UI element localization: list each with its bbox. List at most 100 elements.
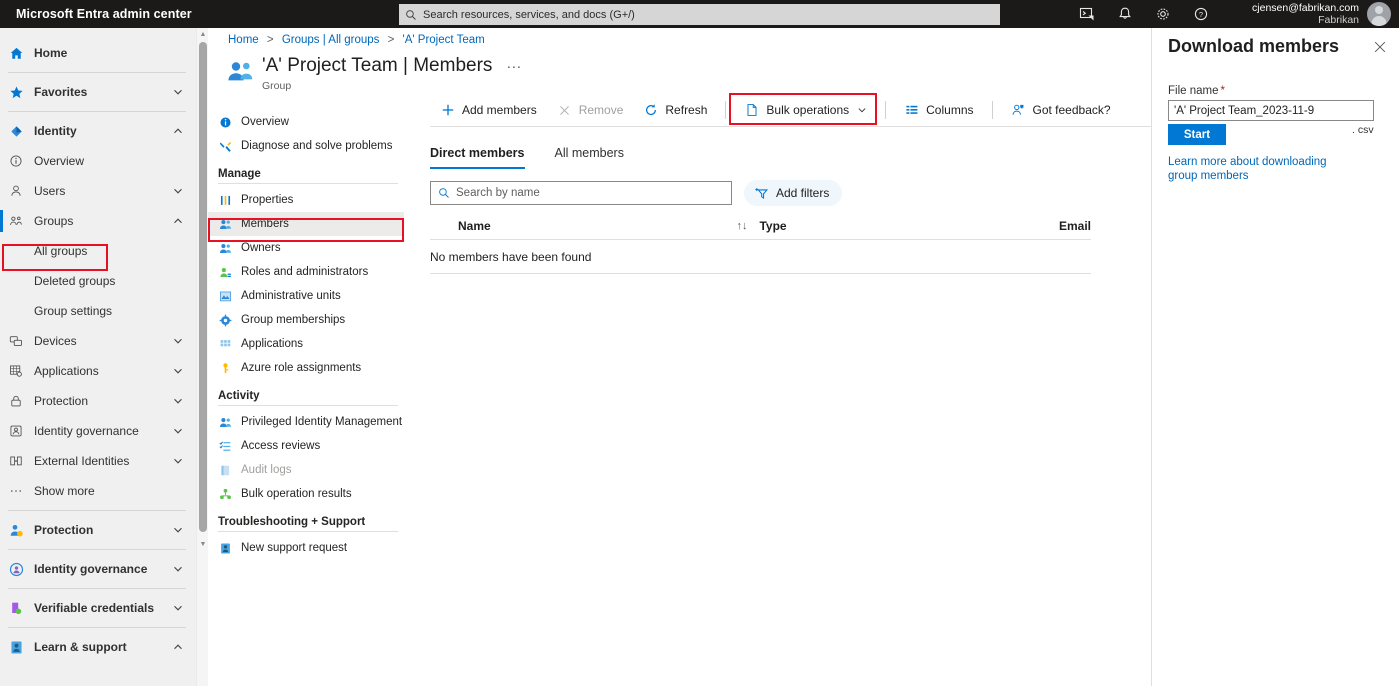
sidebar-item-identity-governance-suite[interactable]: Identity governance bbox=[0, 554, 196, 584]
resource-menu-item-overview[interactable]: Overview bbox=[208, 110, 404, 134]
tab-all-members[interactable]: All members bbox=[555, 138, 636, 169]
filter-row: Search by name Add filters bbox=[430, 180, 843, 206]
sidebar-item-all-groups[interactable]: All groups bbox=[0, 236, 196, 266]
resource-menu-item-pim[interactable]: Privileged Identity Management bbox=[208, 410, 404, 434]
chevron-down-icon[interactable] bbox=[172, 455, 184, 467]
chevron-down-icon[interactable] bbox=[857, 105, 867, 115]
chevron-down-icon[interactable] bbox=[172, 563, 184, 575]
page-overflow-menu-icon[interactable]: ··· bbox=[506, 58, 521, 75]
remove-label: Remove bbox=[578, 103, 624, 117]
chevron-down-icon[interactable] bbox=[172, 524, 184, 536]
resource-menu-item-owners[interactable]: Owners bbox=[208, 236, 404, 260]
resource-menu-label-audit-logs: Audit logs bbox=[241, 464, 292, 476]
sidebar-item-external-identities[interactable]: External Identities bbox=[0, 446, 196, 476]
sidebar-item-users[interactable]: Users bbox=[0, 176, 196, 206]
chevron-up-icon[interactable] bbox=[172, 125, 184, 137]
sidebar-item-protection[interactable]: Protection bbox=[0, 386, 196, 416]
audit-logs-icon bbox=[218, 463, 232, 477]
sidebar-item-applications[interactable]: Applications bbox=[0, 356, 196, 386]
global-search-box[interactable]: Search resources, services, and docs (G+… bbox=[399, 4, 1000, 25]
search-placeholder: Search by name bbox=[456, 187, 540, 199]
chevron-up-icon[interactable] bbox=[172, 641, 184, 653]
support-request-person-icon bbox=[218, 541, 232, 555]
resource-menu-item-administrative-units[interactable]: Administrative units bbox=[208, 284, 404, 308]
sidebar-item-identity-governance[interactable]: Identity governance bbox=[0, 416, 196, 446]
home-icon bbox=[8, 45, 24, 61]
sidebar-item-group-settings[interactable]: Group settings bbox=[0, 296, 196, 326]
chevron-down-icon[interactable] bbox=[172, 602, 184, 614]
chevron-up-icon[interactable] bbox=[172, 215, 184, 227]
column-header-name[interactable]: Name ↑↓ bbox=[430, 219, 759, 233]
help-question-icon[interactable]: ? bbox=[1193, 6, 1209, 22]
resource-menu-item-access-reviews[interactable]: Access reviews bbox=[208, 434, 404, 458]
column-header-type[interactable]: Type bbox=[759, 219, 1059, 233]
sidebar-item-deleted-groups[interactable]: Deleted groups bbox=[0, 266, 196, 296]
sort-arrows-icon[interactable]: ↑↓ bbox=[736, 220, 747, 232]
member-tabs: Direct members All members bbox=[430, 138, 654, 169]
nav-divider bbox=[8, 549, 186, 550]
close-icon[interactable] bbox=[1373, 40, 1387, 54]
cloud-shell-icon[interactable] bbox=[1079, 6, 1095, 22]
chevron-down-icon[interactable] bbox=[172, 395, 184, 407]
sidebar-item-show-more[interactable]: Show more bbox=[0, 476, 196, 506]
tab-direct-members[interactable]: Direct members bbox=[430, 138, 537, 169]
add-members-button[interactable]: Add members bbox=[430, 94, 547, 126]
refresh-button[interactable]: Refresh bbox=[633, 94, 717, 126]
sidebar-item-groups[interactable]: Groups bbox=[0, 206, 196, 236]
resource-menu-item-roles[interactable]: Roles and administrators bbox=[208, 260, 404, 284]
account-menu[interactable]: cjensen@fabrikan.com Fabrikan bbox=[1252, 0, 1391, 28]
sidebar-label-overview: Overview bbox=[34, 154, 85, 168]
notifications-bell-icon[interactable] bbox=[1117, 6, 1133, 22]
bulk-operations-button[interactable]: Bulk operations bbox=[734, 94, 877, 126]
got-feedback-label: Got feedback? bbox=[1032, 103, 1111, 117]
add-filters-button[interactable]: Add filters bbox=[744, 180, 843, 206]
start-button[interactable]: Start bbox=[1168, 124, 1226, 145]
sidebar-item-home[interactable]: Home bbox=[0, 38, 196, 68]
sidebar-label-all-groups: All groups bbox=[34, 244, 88, 258]
columns-button[interactable]: Columns bbox=[894, 94, 983, 126]
resource-menu-item-diagnose[interactable]: Diagnose and solve problems bbox=[208, 134, 404, 158]
chevron-down-icon[interactable] bbox=[172, 335, 184, 347]
left-nav-scrollbar[interactable]: ▲ ▼ bbox=[196, 28, 208, 686]
resource-menu-item-new-support-request[interactable]: New support request bbox=[208, 536, 404, 560]
bulk-operations-label: Bulk operations bbox=[766, 103, 850, 117]
chevron-down-icon[interactable] bbox=[172, 425, 184, 437]
breadcrumb-current[interactable]: 'A' Project Team bbox=[403, 34, 485, 46]
scrollbar-thumb[interactable] bbox=[199, 42, 207, 532]
settings-gear-icon[interactable] bbox=[1155, 6, 1171, 22]
sidebar-item-verifiable-credentials[interactable]: Verifiable credentials bbox=[0, 593, 196, 623]
resource-menu-label-overview: Overview bbox=[241, 116, 289, 128]
search-input[interactable]: Search by name bbox=[430, 181, 732, 205]
nav-divider bbox=[8, 72, 186, 73]
members-table: Name ↑↓ Type Email No members have been … bbox=[430, 212, 1091, 274]
nav-divider bbox=[8, 510, 186, 511]
sidebar-item-favorites[interactable]: Favorites bbox=[0, 77, 196, 107]
resource-menu-item-azure-role-assignments[interactable]: Azure role assignments bbox=[208, 356, 404, 380]
chevron-down-icon[interactable] bbox=[172, 86, 184, 98]
got-feedback-button[interactable]: Got feedback? bbox=[1001, 94, 1121, 126]
chevron-down-icon[interactable] bbox=[172, 185, 184, 197]
resource-menu-item-applications[interactable]: Applications bbox=[208, 332, 404, 356]
azure-role-key-icon bbox=[218, 361, 232, 375]
resource-menu-item-group-memberships[interactable]: Group memberships bbox=[208, 308, 404, 332]
sidebar-item-protection-suite[interactable]: Protection bbox=[0, 515, 196, 545]
sidebar-item-devices[interactable]: Devices bbox=[0, 326, 196, 356]
global-top-bar: Microsoft Entra admin center Search reso… bbox=[0, 0, 1399, 28]
chevron-down-icon[interactable] bbox=[172, 365, 184, 377]
column-header-email[interactable]: Email bbox=[1059, 219, 1091, 233]
breadcrumb-home[interactable]: Home bbox=[228, 34, 259, 46]
breadcrumb-groups[interactable]: Groups | All groups bbox=[282, 34, 380, 46]
resource-menu-item-properties[interactable]: Properties bbox=[208, 188, 404, 212]
nav-divider bbox=[8, 111, 186, 112]
resource-menu-item-bulk-operation-results[interactable]: Bulk operation results bbox=[208, 482, 404, 506]
sidebar-item-overview[interactable]: Overview bbox=[0, 146, 196, 176]
resource-menu-item-members[interactable]: Members bbox=[208, 212, 404, 236]
sidebar-item-learn-support[interactable]: Learn & support bbox=[0, 632, 196, 662]
file-name-input[interactable] bbox=[1168, 100, 1374, 121]
entra-admin-center-window: Microsoft Entra admin center Search reso… bbox=[0, 0, 1399, 686]
avatar[interactable] bbox=[1367, 2, 1391, 26]
sidebar-item-identity[interactable]: Identity bbox=[0, 116, 196, 146]
global-search-placeholder: Search resources, services, and docs (G+… bbox=[423, 8, 635, 21]
learn-more-link[interactable]: Learn more about downloading group membe… bbox=[1168, 155, 1353, 183]
command-separator bbox=[885, 101, 887, 119]
